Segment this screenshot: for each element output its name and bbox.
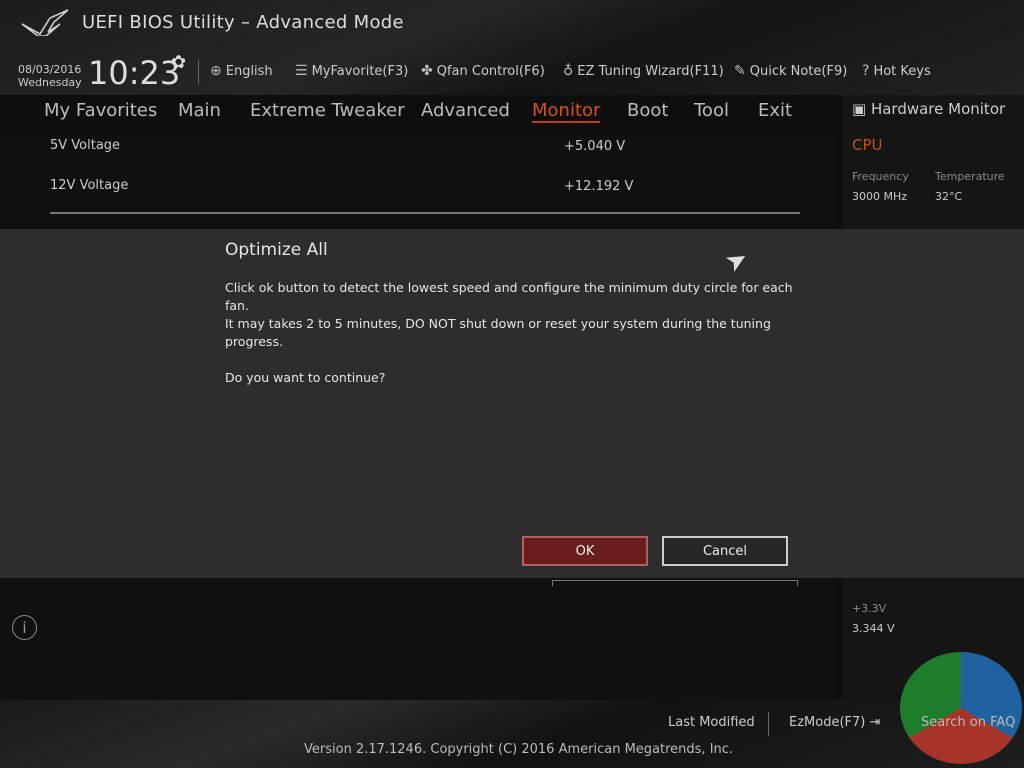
clock: 10:23 [88, 54, 181, 92]
qfan-control-button[interactable]: ✤ Qfan Control(F6) [421, 63, 545, 79]
last-modified-button[interactable]: Last Modified [668, 715, 755, 730]
ezmode-button[interactable]: EzMode(F7) ⇥ [789, 715, 880, 730]
hardware-monitor-title: ▣ Hardware Monitor [852, 100, 1005, 118]
help-icon: ? [862, 63, 870, 79]
tool-label: MyFavorite(F3) [311, 63, 409, 79]
monitor-icon: ▣ [852, 100, 871, 118]
myfavorite-button[interactable]: ☰ MyFavorite(F3) [295, 63, 408, 79]
app-title: UEFI BIOS Utility – Advanced Mode [82, 12, 404, 33]
tool-label: Hot Keys [873, 63, 931, 79]
fan-icon: ✤ [421, 63, 433, 79]
tab-advanced[interactable]: Advanced [421, 100, 510, 121]
divider [198, 60, 199, 84]
ez-tuning-wizard-button[interactable]: ♁ EZ Tuning Wizard(F11) [563, 63, 724, 79]
date-display: 08/03/2016 Wednesday [18, 63, 82, 89]
rog-logo-icon [21, 9, 69, 36]
footer [0, 700, 1024, 768]
qfan-select[interactable] [552, 580, 798, 586]
divider [50, 212, 800, 214]
ezmode-label: EzMode(F7) [789, 715, 866, 730]
quick-note-button[interactable]: ✎ Quick Note(F9) [734, 63, 847, 79]
cancel-button[interactable]: Cancel [662, 536, 788, 566]
tab-main[interactable]: Main [178, 100, 221, 121]
row-label: 12V Voltage [50, 178, 129, 193]
v33-label: +3.3V [852, 602, 887, 615]
tab-tool[interactable]: Tool [694, 100, 729, 121]
bulb-icon: ♁ [563, 63, 574, 79]
info-icon[interactable]: i [12, 615, 37, 640]
row-label: 5V Voltage [50, 138, 121, 153]
temperature-label: Temperature [935, 170, 1005, 183]
gear-icon[interactable]: ✿ [171, 52, 186, 73]
kg-watermark-logo [900, 652, 1022, 764]
divider [768, 712, 769, 736]
row-value: +12.192 V [564, 179, 634, 194]
hot-keys-button[interactable]: ? Hot Keys [862, 63, 931, 79]
date: 08/03/2016 [18, 63, 82, 76]
globe-icon: ⊕ [210, 63, 222, 79]
weekday: Wednesday [18, 76, 82, 89]
tab-boot[interactable]: Boot [627, 100, 668, 121]
tab-exit[interactable]: Exit [758, 100, 792, 121]
tool-label: EZ Tuning Wizard(F11) [577, 63, 724, 79]
exit-arrow-icon: ⇥ [869, 715, 881, 730]
cpu-heading: CPU [852, 136, 883, 154]
tool-label: Qfan Control(F6) [436, 63, 545, 79]
v33-value: 3.344 V [852, 622, 895, 635]
copyright: Version 2.17.1246. Copyright (C) 2016 Am… [304, 742, 734, 757]
ok-button[interactable]: OK [522, 536, 648, 566]
tool-label: English [225, 63, 273, 79]
tab-monitor[interactable]: Monitor [532, 100, 601, 123]
tool-label: Quick Note(F9) [749, 63, 848, 79]
dialog-message: Click ok button to detect the lowest spe… [225, 280, 793, 385]
frequency-label: Frequency [852, 170, 909, 183]
tab-extreme-tweaker[interactable]: Extreme Tweaker [250, 100, 405, 121]
search-faq-button[interactable]: Search on FAQ [921, 715, 1015, 730]
note-icon: ✎ [734, 63, 746, 79]
tab-my-favorites[interactable]: My Favorites [44, 100, 157, 121]
hm-title-text: Hardware Monitor [870, 100, 1006, 118]
temperature-value: 32°C [935, 190, 963, 203]
row-value: +5.040 V [564, 139, 626, 154]
dialog-title: Optimize All [225, 240, 328, 260]
language-button[interactable]: ⊕ English [210, 63, 273, 79]
favorite-list-icon: ☰ [295, 63, 308, 79]
frequency-value: 3000 MHz [852, 190, 908, 203]
